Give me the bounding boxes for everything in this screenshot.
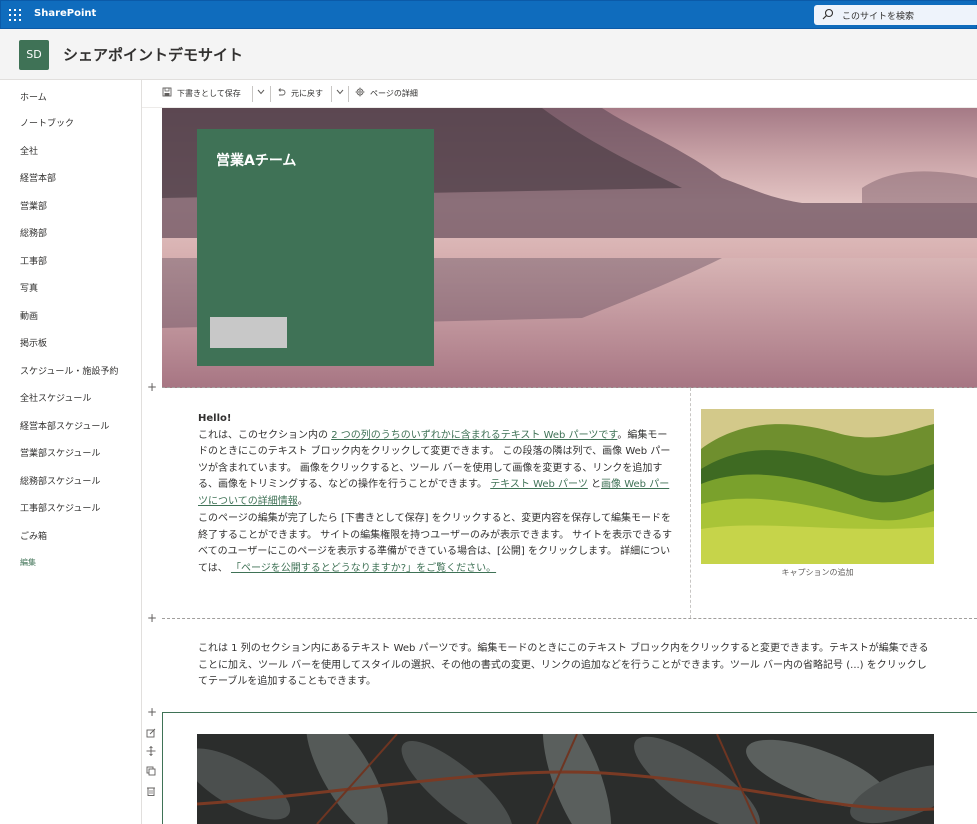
app-launcher-icon[interactable] — [9, 9, 21, 21]
nav-item-construction[interactable]: 工事部 — [20, 254, 47, 267]
left-navigation: ホーム ノートブック 全社 経営本部 営業部 総務部 工事部 写真 動画 掲示板… — [0, 80, 142, 824]
add-section-icon[interactable]: + — [147, 380, 157, 394]
save-draft-button[interactable]: 下書きとして保存 — [177, 88, 241, 99]
one-column-text-web-part[interactable]: これは 1 列のセクション内にあるテキスト Web パーツです。編集モードのとき… — [198, 641, 934, 691]
site-header: SD シェアポイントデモサイト — [0, 29, 977, 80]
column-divider — [690, 388, 691, 618]
hills-image — [701, 409, 934, 564]
command-bar: 下書きとして保存 元に戻す ページの詳細 — [142, 80, 977, 108]
undo-icon — [278, 88, 286, 96]
search-box[interactable]: このサイトを検索 — [814, 5, 977, 25]
nav-item-management-schedule[interactable]: 経営本部スケジュール — [20, 419, 109, 432]
text-link-two-columns[interactable]: 2 つの列のうちのいずれかに含まれるテキスト Web パーツです — [331, 430, 617, 441]
add-section-icon[interactable]: + — [147, 705, 157, 719]
move-section-icon[interactable] — [146, 746, 156, 756]
nav-item-videos[interactable]: 動画 — [20, 309, 38, 322]
command-separator — [348, 86, 349, 102]
page-details-button[interactable]: ページの詳細 — [370, 88, 418, 99]
nav-item-construction-schedule[interactable]: 工事部スケジュール — [20, 501, 100, 514]
search-icon — [822, 8, 834, 20]
nav-item-general-affairs[interactable]: 総務部 — [20, 226, 47, 239]
search-input[interactable]: このサイトを検索 — [842, 9, 914, 22]
image-web-part[interactable] — [701, 409, 934, 564]
chevron-down-icon[interactable] — [257, 89, 265, 95]
nav-item-schedule-booking[interactable]: スケジュール・施設予約 — [20, 364, 118, 377]
command-separator — [252, 86, 253, 102]
text-paragraph-1: これは、このセクション内の 2 つの列のうちのいずれかに含まれるテキスト Web… — [198, 429, 671, 507]
hero-title[interactable]: 営業Aチーム — [216, 150, 296, 170]
section-divider — [162, 618, 977, 619]
undo-button[interactable]: 元に戻す — [291, 88, 323, 99]
nav-item-photos[interactable]: 写真 — [20, 281, 38, 294]
site-title[interactable]: シェアポイントデモサイト — [63, 44, 243, 65]
hero-call-to-action-button[interactable] — [210, 317, 287, 348]
image-caption[interactable]: キャプションの追加 — [701, 567, 934, 578]
suite-bar: SharePoint このサイトを検索 — [0, 0, 977, 29]
add-section-icon[interactable]: + — [147, 611, 157, 625]
hero-tile[interactable]: 営業Aチーム — [197, 129, 434, 366]
gear-icon — [355, 87, 365, 97]
nav-item-company[interactable]: 全社 — [20, 144, 38, 157]
nav-item-recycle-bin[interactable]: ごみ箱 — [20, 529, 47, 542]
site-logo[interactable]: SD — [19, 40, 49, 70]
text-heading: Hello! — [198, 413, 232, 424]
nav-item-bulletin-board[interactable]: 掲示板 — [20, 336, 47, 349]
text-web-part[interactable]: Hello! これは、このセクション内の 2 つの列のうちのいずれかに含まれるテ… — [198, 411, 676, 577]
nav-item-home[interactable]: ホーム — [20, 90, 47, 103]
nav-item-company-schedule[interactable]: 全社スケジュール — [20, 391, 91, 404]
app-name[interactable]: SharePoint — [34, 8, 96, 19]
duplicate-section-icon[interactable] — [146, 766, 156, 776]
leaves-image — [197, 734, 934, 824]
command-separator — [331, 86, 332, 102]
nav-item-sales-schedule[interactable]: 営業部スケジュール — [20, 446, 100, 459]
hero-web-part[interactable]: 営業Aチーム — [162, 108, 977, 388]
text-link-text-web-part[interactable]: テキスト Web パーツ — [490, 479, 588, 490]
nav-edit-link[interactable]: 編集 — [20, 557, 36, 568]
save-icon — [162, 87, 172, 97]
nav-item-sales[interactable]: 営業部 — [20, 199, 47, 212]
text-link-publish-info[interactable]: 「ページを公開するとどうなりますか?」をご覧ください。 — [231, 563, 496, 574]
text-paragraph-2: このページの編集が完了したら [下書きとして保存] をクリックすると、変更内容を… — [198, 513, 672, 574]
chevron-down-icon[interactable] — [336, 89, 344, 95]
edit-section-icon[interactable] — [146, 728, 156, 738]
nav-item-management[interactable]: 経営本部 — [20, 171, 56, 184]
command-separator — [270, 86, 271, 102]
image-web-part-leaves[interactable] — [197, 734, 934, 824]
section-divider — [162, 387, 977, 388]
nav-item-notebook[interactable]: ノートブック — [20, 116, 74, 129]
delete-section-icon[interactable] — [146, 786, 156, 796]
nav-item-general-affairs-schedule[interactable]: 総務部スケジュール — [20, 474, 100, 487]
